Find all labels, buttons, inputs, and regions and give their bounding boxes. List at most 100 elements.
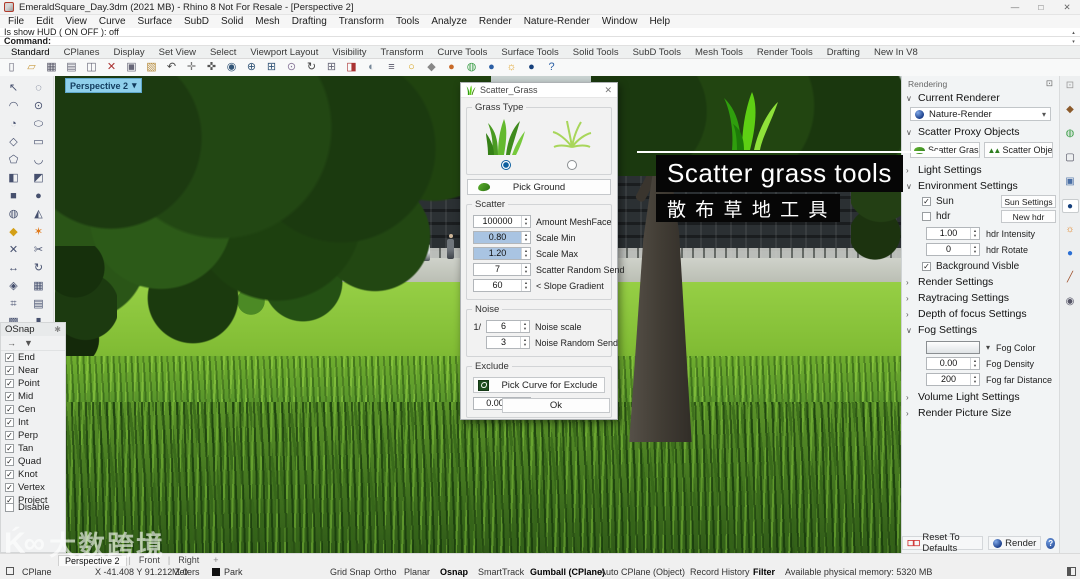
checkbox-empty-icon[interactable]: . <box>5 503 14 512</box>
status-layer[interactable]: Park <box>212 567 243 577</box>
box-tool[interactable]: ■ <box>1 187 26 205</box>
materials-icon[interactable]: ◆ <box>1062 103 1079 117</box>
scroll-up-icon[interactable]: ▴ <box>1072 30 1075 36</box>
toolbar-tab[interactable]: Viewport Layout <box>243 47 325 58</box>
menu-item[interactable]: Transform <box>333 16 390 27</box>
menu-item[interactable]: SubD <box>178 16 215 27</box>
split-tool[interactable]: ✂ <box>26 241 51 259</box>
menu-item[interactable]: Mesh <box>249 16 285 27</box>
rotate-tool[interactable]: ↻ <box>26 259 51 277</box>
checkbox-checked-icon[interactable]: ✓ <box>5 392 14 401</box>
lightbulb-icon[interactable]: ○ <box>405 60 418 75</box>
array-tool[interactable]: ▦ <box>26 277 51 295</box>
toolbar-tab[interactable]: Solid Tools <box>566 47 626 58</box>
toolbar-tab[interactable]: Transform <box>373 47 430 58</box>
spinner-field[interactable]: 1.20 ▴▾ <box>473 247 531 260</box>
freeform-tool[interactable]: ◡ <box>26 151 51 169</box>
renderer-dropdown[interactable]: Nature-Render ▾ <box>910 107 1051 121</box>
image-icon[interactable]: ▣ <box>1062 175 1079 189</box>
toolbar-tab[interactable]: Set View <box>152 47 203 58</box>
menu-item[interactable]: Help <box>643 16 676 27</box>
toolbar-tab[interactable]: Drafting <box>820 47 867 58</box>
section-raytracing[interactable]: › Raytracing Settings <box>902 290 1059 306</box>
sun-tab-icon[interactable]: ☼ <box>1062 223 1079 237</box>
maximize-button[interactable]: □ <box>1028 0 1054 14</box>
fog-density-field[interactable]: 0.00 ▴▾ <box>926 357 980 370</box>
sun-settings-button[interactable]: Sun Settings <box>1001 195 1056 208</box>
layers-tool[interactable]: ▤ <box>26 295 51 313</box>
loft-tool[interactable]: ◩ <box>26 169 51 187</box>
menu-item[interactable]: Analyze <box>425 16 473 27</box>
spinner-arrows[interactable]: ▴▾ <box>521 280 530 291</box>
spinner-arrows[interactable]: ▴▾ <box>521 232 530 243</box>
menu-item[interactable]: Tools <box>390 16 425 27</box>
status-units[interactable]: Meters <box>172 567 200 577</box>
checkbox-checked-icon[interactable]: ✓ <box>5 457 14 466</box>
new-viewport-icon[interactable]: + <box>207 555 224 565</box>
chevron-down-icon[interactable]: ▾ <box>132 80 137 91</box>
layer-icon[interactable]: ≡ <box>385 60 398 75</box>
menu-item[interactable]: View <box>59 16 93 27</box>
boolean-tool[interactable]: ◭ <box>26 205 51 223</box>
help-button[interactable]: ? <box>1046 538 1055 549</box>
section-picture-size[interactable]: › Render Picture Size <box>902 405 1059 421</box>
status-filter[interactable]: Filter <box>753 567 775 577</box>
toolbar-tab[interactable]: SubD Tools <box>626 47 688 58</box>
scale-tool[interactable]: ◈ <box>1 277 26 295</box>
menu-item[interactable]: Edit <box>30 16 59 27</box>
toolbar-tab[interactable]: Curve Tools <box>430 47 494 58</box>
move-icon[interactable]: ✜ <box>205 60 218 75</box>
render-button[interactable]: Render <box>988 536 1041 550</box>
hide-icon[interactable]: ◐ <box>365 60 378 75</box>
camera-icon[interactable]: ◉ <box>1062 295 1079 309</box>
radio-selected[interactable] <box>501 160 511 170</box>
viewport-layout-icon[interactable]: ⊞ <box>325 60 338 75</box>
status-auto-cplane[interactable]: Auto CPlane (Object) <box>600 567 685 577</box>
scatter-grass-button[interactable]: Scatter Grass <box>910 142 980 158</box>
pick-curve-button[interactable]: Pick Curve for Exclude <box>473 377 605 393</box>
spinner-field[interactable]: 0.80 ▴▾ <box>473 231 531 244</box>
polygon-tool[interactable]: ⬠ <box>1 151 26 169</box>
section-light-settings[interactable]: › Light Settings <box>902 162 1059 178</box>
close-icon[interactable]: ✕ <box>604 85 612 96</box>
menu-item[interactable]: Nature-Render <box>518 16 596 27</box>
osnap-filter-icon[interactable]: ▼ <box>24 338 33 348</box>
move-tool[interactable]: ↔ <box>1 259 26 277</box>
command-prompt[interactable]: Command: <box>0 37 1080 46</box>
menu-item[interactable]: Surface <box>132 16 178 27</box>
hdr-checkbox[interactable]: . <box>922 212 931 221</box>
section-depth-of-focus[interactable]: › Depth of focus Settings <box>902 306 1059 322</box>
explode-tool[interactable]: ✶ <box>26 223 51 241</box>
dock-pin-icon[interactable]: ⊡ <box>1046 78 1053 89</box>
pan-icon[interactable]: ✛ <box>185 60 198 75</box>
circle-tool[interactable]: ⊙ <box>26 97 51 115</box>
curve-tool[interactable]: ◠ <box>1 97 26 115</box>
osnap-disable[interactable]: . Disable <box>1 501 65 514</box>
dialog-titlebar[interactable]: Scatter_Grass ✕ <box>461 83 617 98</box>
menu-item[interactable]: File <box>2 16 30 27</box>
surface-tool[interactable]: ◧ <box>1 169 26 187</box>
tab-right[interactable]: Right <box>172 555 205 565</box>
status-osnap[interactable]: Osnap <box>440 567 468 577</box>
render-sphere-icon[interactable]: ● <box>525 60 538 75</box>
zoom-extents-icon[interactable]: ⊞ <box>265 60 278 75</box>
status-smarttrack[interactable]: SmartTrack <box>478 567 524 577</box>
pick-ground-button[interactable]: Pick Ground <box>467 179 611 195</box>
fog-color-swatch[interactable] <box>926 341 980 354</box>
globe-icon[interactable]: ● <box>485 60 498 75</box>
command-scroll[interactable]: ▴ ▾ <box>1069 28 1078 46</box>
status-cplane[interactable]: CPlane <box>22 567 52 577</box>
spinner-field[interactable]: 100000 ▴▾ <box>473 215 531 228</box>
toolbar-tab[interactable]: Render Tools <box>750 47 820 58</box>
zoom-window-icon[interactable]: ⊕ <box>245 60 258 75</box>
osnap-arrow-icon[interactable]: → <box>7 338 16 348</box>
section-fog[interactable]: ∨ Fog Settings <box>902 322 1059 338</box>
section-environment[interactable]: ∨ Environment Settings <box>902 178 1059 194</box>
group-tool[interactable]: ⌗ <box>1 295 26 313</box>
toolbar-tab[interactable]: Select <box>203 47 243 58</box>
paste-icon[interactable]: ▧ <box>145 60 158 75</box>
spinner-arrows[interactable]: ▴▾ <box>521 264 530 275</box>
spinner-field[interactable]: 60 ▴▾ <box>473 279 531 292</box>
rotate-view-icon[interactable]: ↻ <box>305 60 318 75</box>
toolbar-tab[interactable]: Surface Tools <box>494 47 565 58</box>
